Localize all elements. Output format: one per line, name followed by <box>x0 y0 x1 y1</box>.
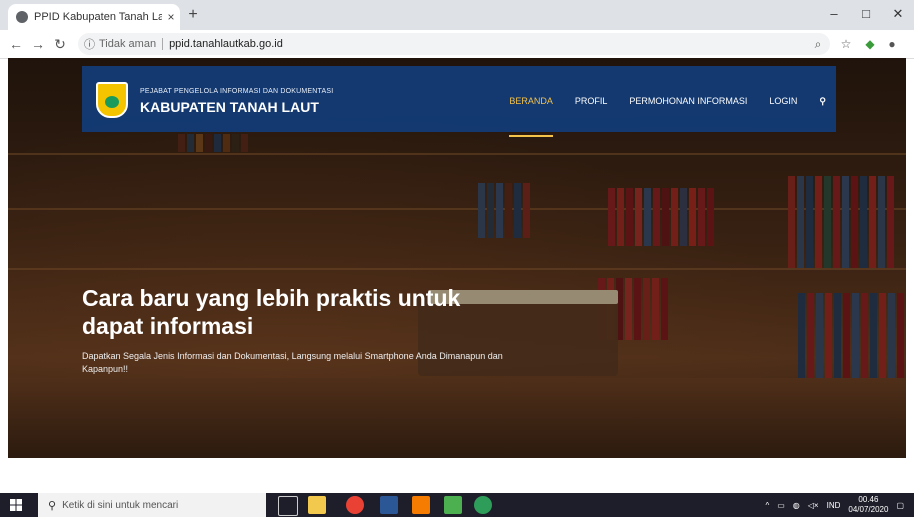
clock-time: 00.46 <box>858 495 879 504</box>
omnibox[interactable]: ⓘ Tidak aman ppid.tanahlautkab.go.id <box>78 33 830 55</box>
system-tray: ^ ▭ ◍ ◁× IND 00.46 04/07/2020 ▢ <box>765 493 904 517</box>
windows-taskbar: ⚲ Ketik di sini untuk mencari ^ ▭ ◍ ◁× I… <box>0 493 914 517</box>
chevron-up-icon[interactable]: ^ <box>765 501 769 510</box>
browser-app-icon[interactable] <box>474 496 492 514</box>
globe-icon <box>16 11 28 23</box>
info-icon[interactable]: ⓘ <box>84 36 95 52</box>
close-tab-icon[interactable]: × <box>162 10 180 24</box>
battery-icon[interactable]: ▭ <box>777 501 785 510</box>
brand-subtitle: PEJABAT PENGELOLA INFORMASI DAN DOKUMENT… <box>140 88 334 95</box>
nav-permohonan-informasi[interactable]: PERMOHONAN INFORMASI <box>629 96 747 107</box>
close-window-button[interactable]: ✕ <box>882 0 914 30</box>
main-menu: BERANDA PROFIL PERMOHONAN INFORMASI LOGI… <box>509 96 826 137</box>
address-toolbar: ← → ↻ ⓘ Tidak aman ppid.tanahlautkab.go.… <box>0 30 914 59</box>
windows-start-icon[interactable] <box>10 499 22 511</box>
app-icon[interactable] <box>412 496 430 514</box>
search-icon[interactable]: ⚲ <box>819 96 826 107</box>
security-label: Tidak aman <box>99 38 157 50</box>
minimize-button[interactable]: – <box>818 0 850 30</box>
taskbar-search-box[interactable]: ⚲ Ketik di sini untuk mencari <box>38 493 266 517</box>
back-icon[interactable]: ← <box>6 34 26 54</box>
kabupaten-logo-icon[interactable] <box>96 82 128 118</box>
nav-login[interactable]: LOGIN <box>769 96 797 107</box>
search-icon: ⚲ <box>48 499 57 512</box>
maximize-button[interactable]: □ <box>850 0 882 30</box>
taskbar-search-placeholder: Ketik di sini untuk mencari <box>62 499 179 511</box>
extension-icon[interactable]: ◆ <box>860 34 880 54</box>
chrome-icon[interactable] <box>346 496 364 514</box>
site-navbar: PEJABAT PENGELOLA INFORMASI DAN DOKUMENT… <box>82 66 836 137</box>
notification-icon[interactable]: ▢ <box>896 501 904 510</box>
forward-icon[interactable]: → <box>28 34 48 54</box>
bookmark-star-icon[interactable]: ☆ <box>836 34 856 54</box>
hero-title: Cara baru yang lebih praktis untuk dapat… <box>82 285 461 339</box>
nav-profil[interactable]: PROFIL <box>575 96 608 107</box>
new-tab-button[interactable]: + <box>182 5 204 25</box>
browser-tab[interactable]: PPID Kabupaten Tanah Laut × <box>8 4 180 30</box>
file-explorer-icon[interactable] <box>308 496 326 514</box>
task-view-icon[interactable] <box>278 496 298 516</box>
reload-icon[interactable]: ↻ <box>50 34 70 54</box>
web-page: PEJABAT PENGELOLA INFORMASI DAN DOKUMENT… <box>8 58 906 458</box>
brand-title[interactable]: KABUPATEN TANAH LAUT <box>140 99 319 115</box>
separator <box>162 38 164 50</box>
language-indicator[interactable]: IND <box>827 501 841 510</box>
hero-subtitle: Dapatkan Segala Jenis Informasi dan Doku… <box>82 351 503 374</box>
photos-icon[interactable] <box>444 496 462 514</box>
account-icon[interactable]: ● <box>882 34 902 54</box>
volume-icon[interactable]: ◁× <box>808 501 819 510</box>
clock-date: 04/07/2020 <box>848 505 889 514</box>
browser-tab-strip: PPID Kabupaten Tanah Laut × + – □ ✕ <box>0 0 914 30</box>
zoom-icon[interactable]: ⌕ <box>808 34 828 54</box>
nav-beranda[interactable]: BERANDA <box>509 96 553 137</box>
clock[interactable]: 00.46 04/07/2020 <box>848 495 888 515</box>
word-icon[interactable] <box>380 496 398 514</box>
tab-title: PPID Kabupaten Tanah Laut <box>34 11 162 23</box>
url-text[interactable]: ppid.tanahlautkab.go.id <box>169 38 283 50</box>
network-icon[interactable]: ◍ <box>793 501 800 510</box>
